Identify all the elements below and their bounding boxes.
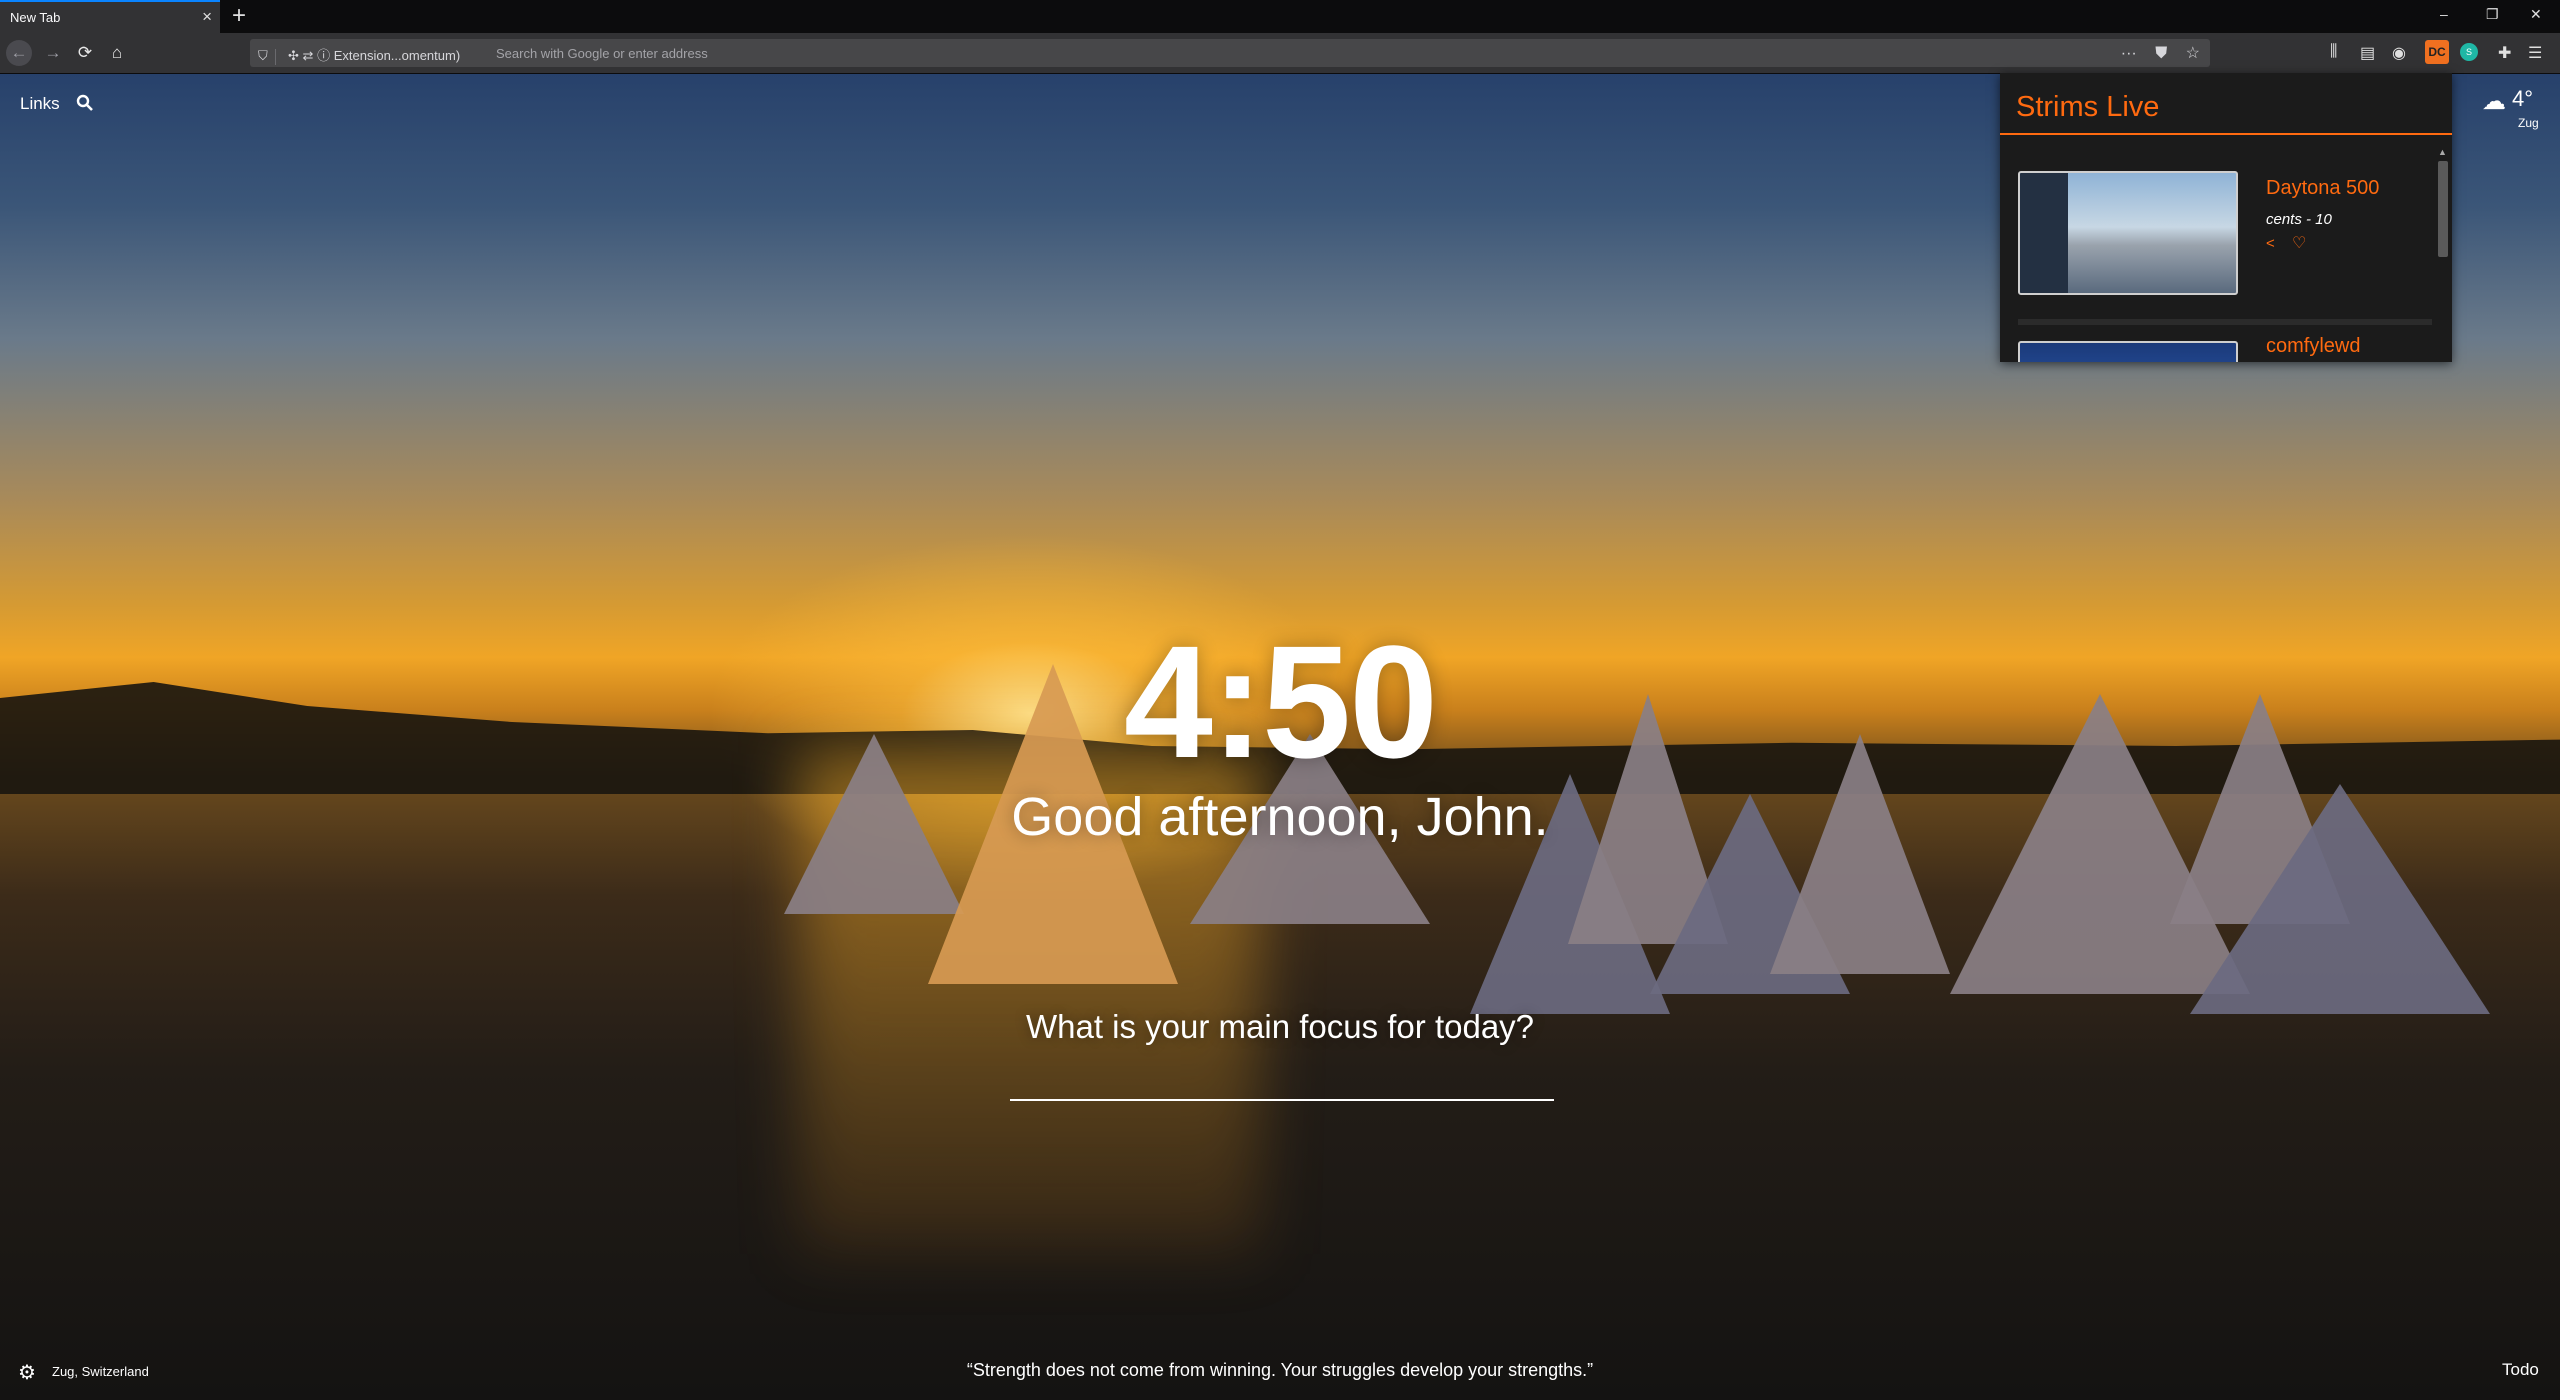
weather-city[interactable]: Zug — [2518, 116, 2539, 130]
list-item[interactable]: comfylewd — [2000, 327, 2436, 362]
nav-toolbar: ← → ⟳ ⌂ ⛉ ✣ ⇄ ⓘ Extension...omentum) Sea… — [0, 33, 2560, 74]
divider — [2018, 319, 2432, 325]
plus-icon[interactable]: + — [232, 2, 246, 30]
extension-icon: ✣ — [288, 48, 299, 63]
popup-title: Strims Live — [2016, 91, 2160, 123]
thumbnail-overlay — [2020, 173, 2068, 293]
account-icon[interactable]: ◉ — [2392, 43, 2406, 63]
strims-popup: Strims Live Daytona 500 cents - 10 < ♡ c… — [2000, 73, 2452, 362]
menu-hamburger-icon[interactable]: ☰ — [2528, 43, 2542, 63]
divider — [2000, 133, 2452, 135]
greeting: Good afternoon, John. — [1011, 787, 1549, 847]
tab-strip: New Tab × + – ❐ ✕ — [0, 0, 2560, 33]
links-button[interactable]: Links — [20, 94, 60, 114]
focus-question: What is your main focus for today? — [1025, 1008, 1535, 1045]
info-icon[interactable]: ⓘ — [317, 48, 330, 63]
tab-new-tab[interactable]: New Tab × — [0, 0, 220, 33]
divider — [275, 48, 277, 65]
permissions-icon[interactable]: ⇄ — [303, 48, 314, 63]
reload-button[interactable]: ⟳ — [72, 40, 98, 66]
back-button[interactable]: ← — [6, 40, 32, 66]
focus-input[interactable] — [1010, 1059, 1554, 1101]
stream-thumbnail[interactable] — [2018, 171, 2238, 295]
teal-extension-icon[interactable]: S — [2460, 43, 2478, 61]
close-window-button[interactable]: ✕ — [2530, 6, 2542, 23]
list-item[interactable]: Daytona 500 cents - 10 < ♡ — [2000, 157, 2436, 325]
url-actions: ··· ⛊ ☆ — [2107, 43, 2200, 63]
stream-thumbnail[interactable] — [2018, 341, 2238, 362]
close-icon[interactable]: × — [202, 7, 212, 27]
identity-box[interactable]: ⛉ ✣ ⇄ ⓘ Extension...omentum) — [258, 45, 460, 65]
heart-icon[interactable]: ♡ — [2292, 233, 2306, 253]
strims-extension-button[interactable]: DC — [2425, 40, 2449, 64]
scroll-up-icon[interactable]: ▲ — [2438, 147, 2447, 157]
more-actions-icon[interactable]: ··· — [2121, 45, 2137, 62]
share-icon[interactable]: < — [2266, 235, 2275, 252]
scrollbar[interactable]: ▲ — [2436, 147, 2448, 362]
sidebar-icon[interactable]: ▤ — [2360, 43, 2375, 63]
minimize-button[interactable]: – — [2440, 6, 2448, 22]
todo-button[interactable]: Todo — [2502, 1360, 2539, 1380]
forward-button[interactable]: → — [40, 40, 66, 66]
weather-temperature[interactable]: 4° — [2512, 86, 2533, 112]
search-icon[interactable] — [76, 94, 94, 112]
shield-icon[interactable]: ⛉ — [258, 48, 268, 63]
home-button[interactable]: ⌂ — [104, 40, 130, 66]
clock: 4:50 — [1123, 612, 1438, 791]
url-placeholder[interactable]: Search with Google or enter address — [496, 46, 708, 61]
scroll-thumb[interactable] — [2438, 161, 2448, 257]
library-icon[interactable]: ⫼ — [2330, 43, 2337, 61]
quote: “Strength does not come from winning. Yo… — [966, 1360, 1594, 1380]
extensions-puzzle-icon[interactable]: ✚ — [2498, 43, 2511, 63]
tab-title: New Tab — [10, 10, 61, 25]
identity-label: Extension...omentum) — [333, 48, 461, 63]
restore-button[interactable]: ❐ — [2486, 6, 2499, 23]
snow-cloud-icon[interactable]: ☁ — [2482, 87, 2506, 116]
stream-name[interactable]: Daytona 500 — [2266, 177, 2379, 200]
bookmark-star-icon[interactable]: ☆ — [2186, 45, 2200, 62]
pocket-icon[interactable]: ⛊ — [2155, 45, 2167, 62]
stream-name[interactable]: comfylewd — [2266, 335, 2360, 358]
stream-subtitle: cents - 10 — [2266, 211, 2332, 228]
url-bar[interactable]: ⛉ ✣ ⇄ ⓘ Extension...omentum) Search with… — [250, 39, 2210, 67]
